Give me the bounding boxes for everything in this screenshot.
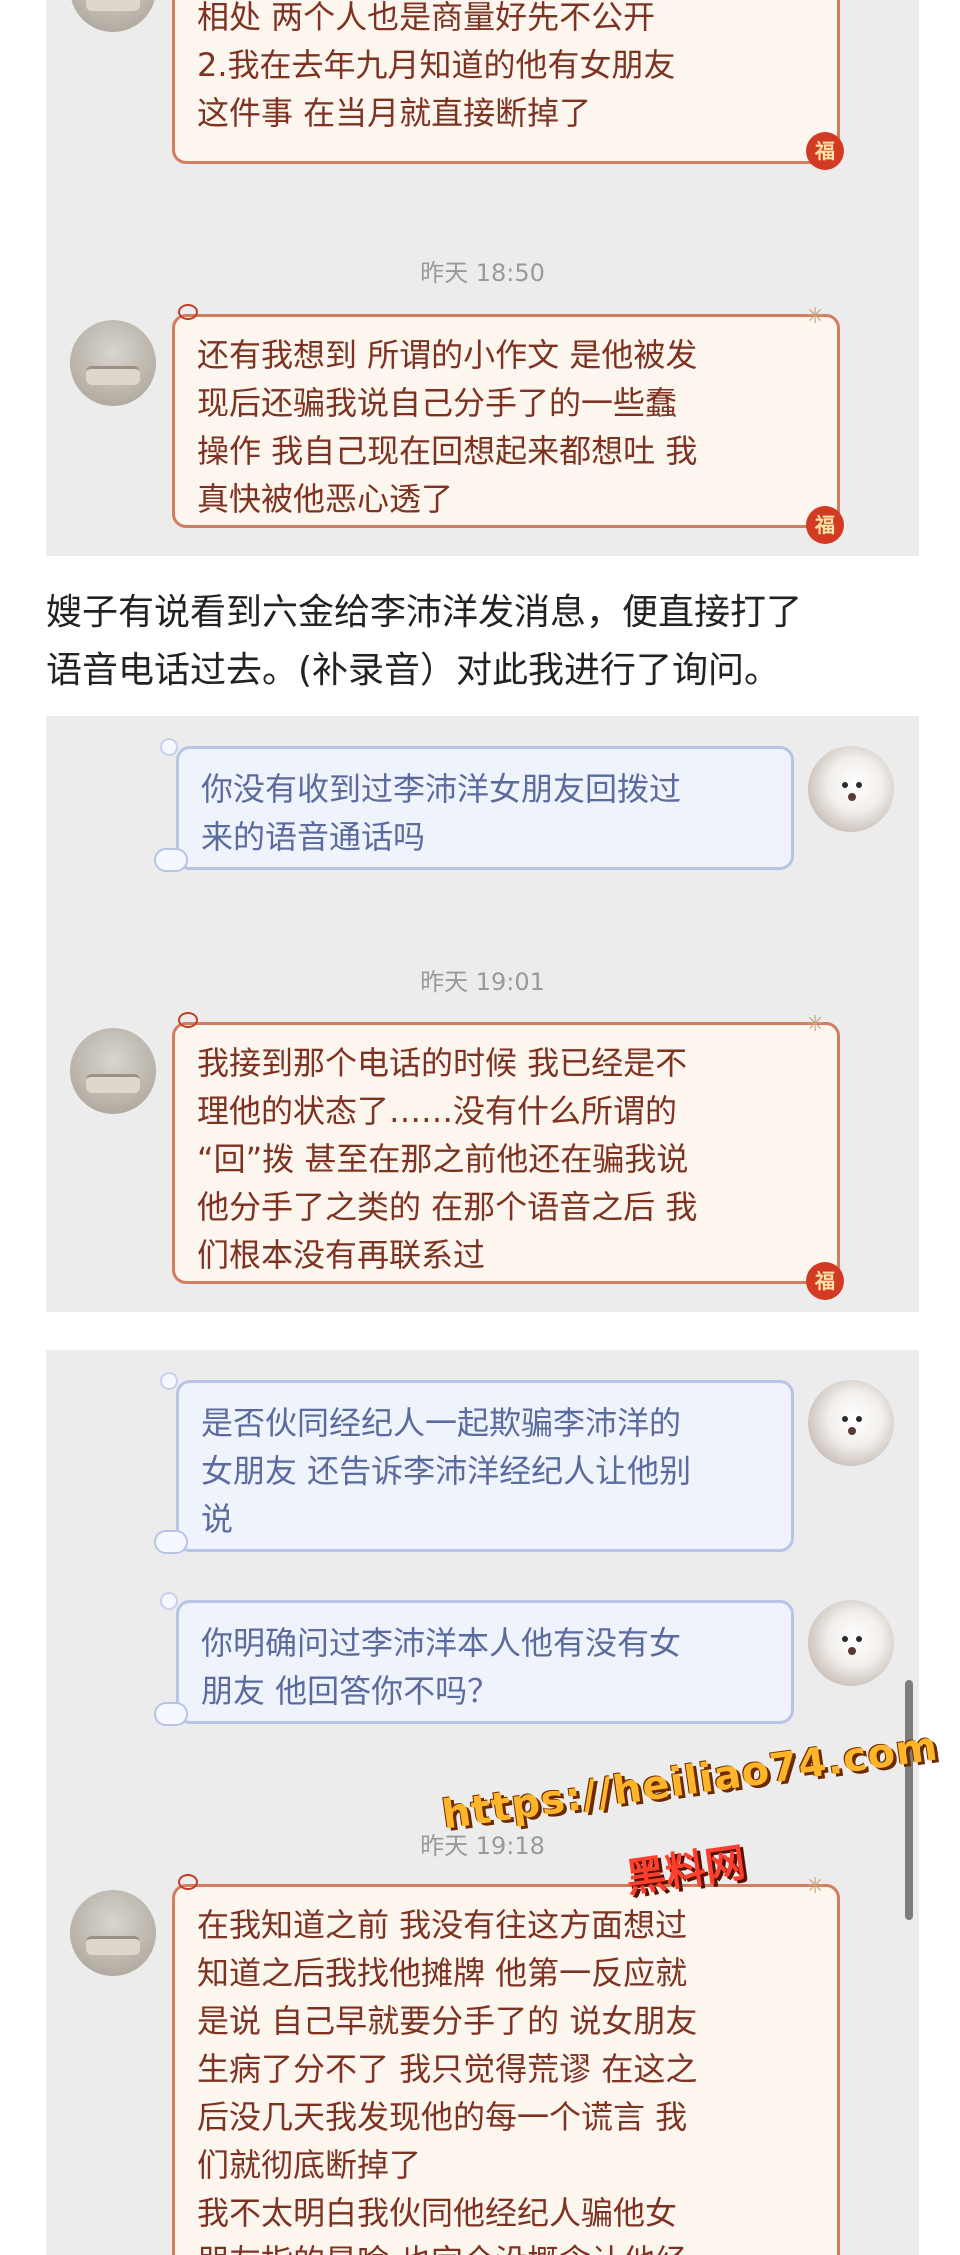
message-text: 我接到那个电话的时候 我已经是不 理他的状态了……没有什么所谓的 “回”拨 甚至… xyxy=(197,1044,698,1274)
cloud-dot-icon xyxy=(160,1592,178,1610)
knot-sticker-icon xyxy=(176,1010,198,1028)
chat-panel-1: 相处 两个人也是商量好先不公开 2.我在去年九月知道的他有女朋友 这件事 在当月… xyxy=(46,0,919,556)
message-text: 是否伙同经纪人一起欺骗李沛洋的 女朋友 还告诉李沛洋经纪人让他别 说 xyxy=(201,1404,692,1538)
knot-sticker-icon xyxy=(176,302,198,320)
snowflake-icon: ✳ xyxy=(806,1874,825,1899)
contact-avatar[interactable] xyxy=(70,1028,156,1114)
fu-sticker-icon: 福 xyxy=(806,1262,844,1300)
cloud-sticker-icon xyxy=(150,840,190,872)
cloud-dot-icon xyxy=(160,738,178,756)
message-text: 你明确问过李沛洋本人他有没有女 朋友 他回答你不吗？ xyxy=(201,1624,682,1710)
snowflake-icon: ✳ xyxy=(806,304,825,329)
message-text: 你没有收到过李沛洋女朋友回拨过 来的语音通话吗 xyxy=(201,770,682,856)
cloud-sticker-icon xyxy=(150,1694,190,1726)
scrollbar[interactable] xyxy=(905,1680,913,1920)
contact-avatar[interactable] xyxy=(70,1890,156,1976)
message-text: 相处 两个人也是商量好先不公开 2.我在去年九月知道的他有女朋友 这件事 在当月… xyxy=(197,0,676,132)
message-bubble-right[interactable]: 你明确问过李沛洋本人他有没有女 朋友 他回答你不吗？ xyxy=(176,1600,794,1724)
article-caption: 嫂子有说看到六金给李沛洋发消息，便直接打了 语音电话过去。(补录音）对此我进行了… xyxy=(46,592,803,691)
message-bubble-left[interactable]: 还有我想到 所谓的小作文 是他被发 现后还骗我说自己分手了的一些蠢 操作 我自己… xyxy=(172,314,840,528)
cloud-sticker-icon xyxy=(150,1522,190,1554)
contact-avatar[interactable] xyxy=(70,0,156,32)
message-text: 还有我想到 所谓的小作文 是他被发 现后还骗我说自己分手了的一些蠢 操作 我自己… xyxy=(197,336,698,518)
message-bubble-right[interactable]: 是否伙同经纪人一起欺骗李沛洋的 女朋友 还告诉李沛洋经纪人让他别 说 xyxy=(176,1380,794,1552)
message-bubble-left[interactable]: 在我知道之前 我没有往这方面想过 知道之后我找他摊牌 他第一反应就 是说 自己早… xyxy=(172,1884,840,2255)
knot-sticker-icon xyxy=(176,1872,198,1890)
cloud-dot-icon xyxy=(160,1372,178,1390)
message-bubble-left[interactable]: 相处 两个人也是商量好先不公开 2.我在去年九月知道的他有女朋友 这件事 在当月… xyxy=(172,0,840,164)
snowflake-icon: ✳ xyxy=(806,1012,825,1037)
contact-avatar[interactable] xyxy=(70,320,156,406)
timestamp: 昨天 18:50 xyxy=(420,259,545,287)
message-bubble-right[interactable]: 你没有收到过李沛洋女朋友回拨过 来的语音通话吗 xyxy=(176,746,794,870)
user-avatar[interactable] xyxy=(808,1600,894,1686)
user-avatar[interactable] xyxy=(808,1380,894,1466)
user-avatar[interactable] xyxy=(808,746,894,832)
fu-sticker-icon: 福 xyxy=(806,506,844,544)
chat-panel-2: 你没有收到过李沛洋女朋友回拨过 来的语音通话吗 昨天 19:01 我接到那个电话… xyxy=(46,716,919,1312)
timestamp: 昨天 19:01 xyxy=(420,968,545,996)
message-text: 在我知道之前 我没有往这方面想过 知道之后我找他摊牌 他第一反应就 是说 自己早… xyxy=(197,1906,698,2255)
fu-sticker-icon: 福 xyxy=(806,132,844,170)
message-bubble-left[interactable]: 我接到那个电话的时候 我已经是不 理他的状态了……没有什么所谓的 “回”拨 甚至… xyxy=(172,1022,840,1284)
